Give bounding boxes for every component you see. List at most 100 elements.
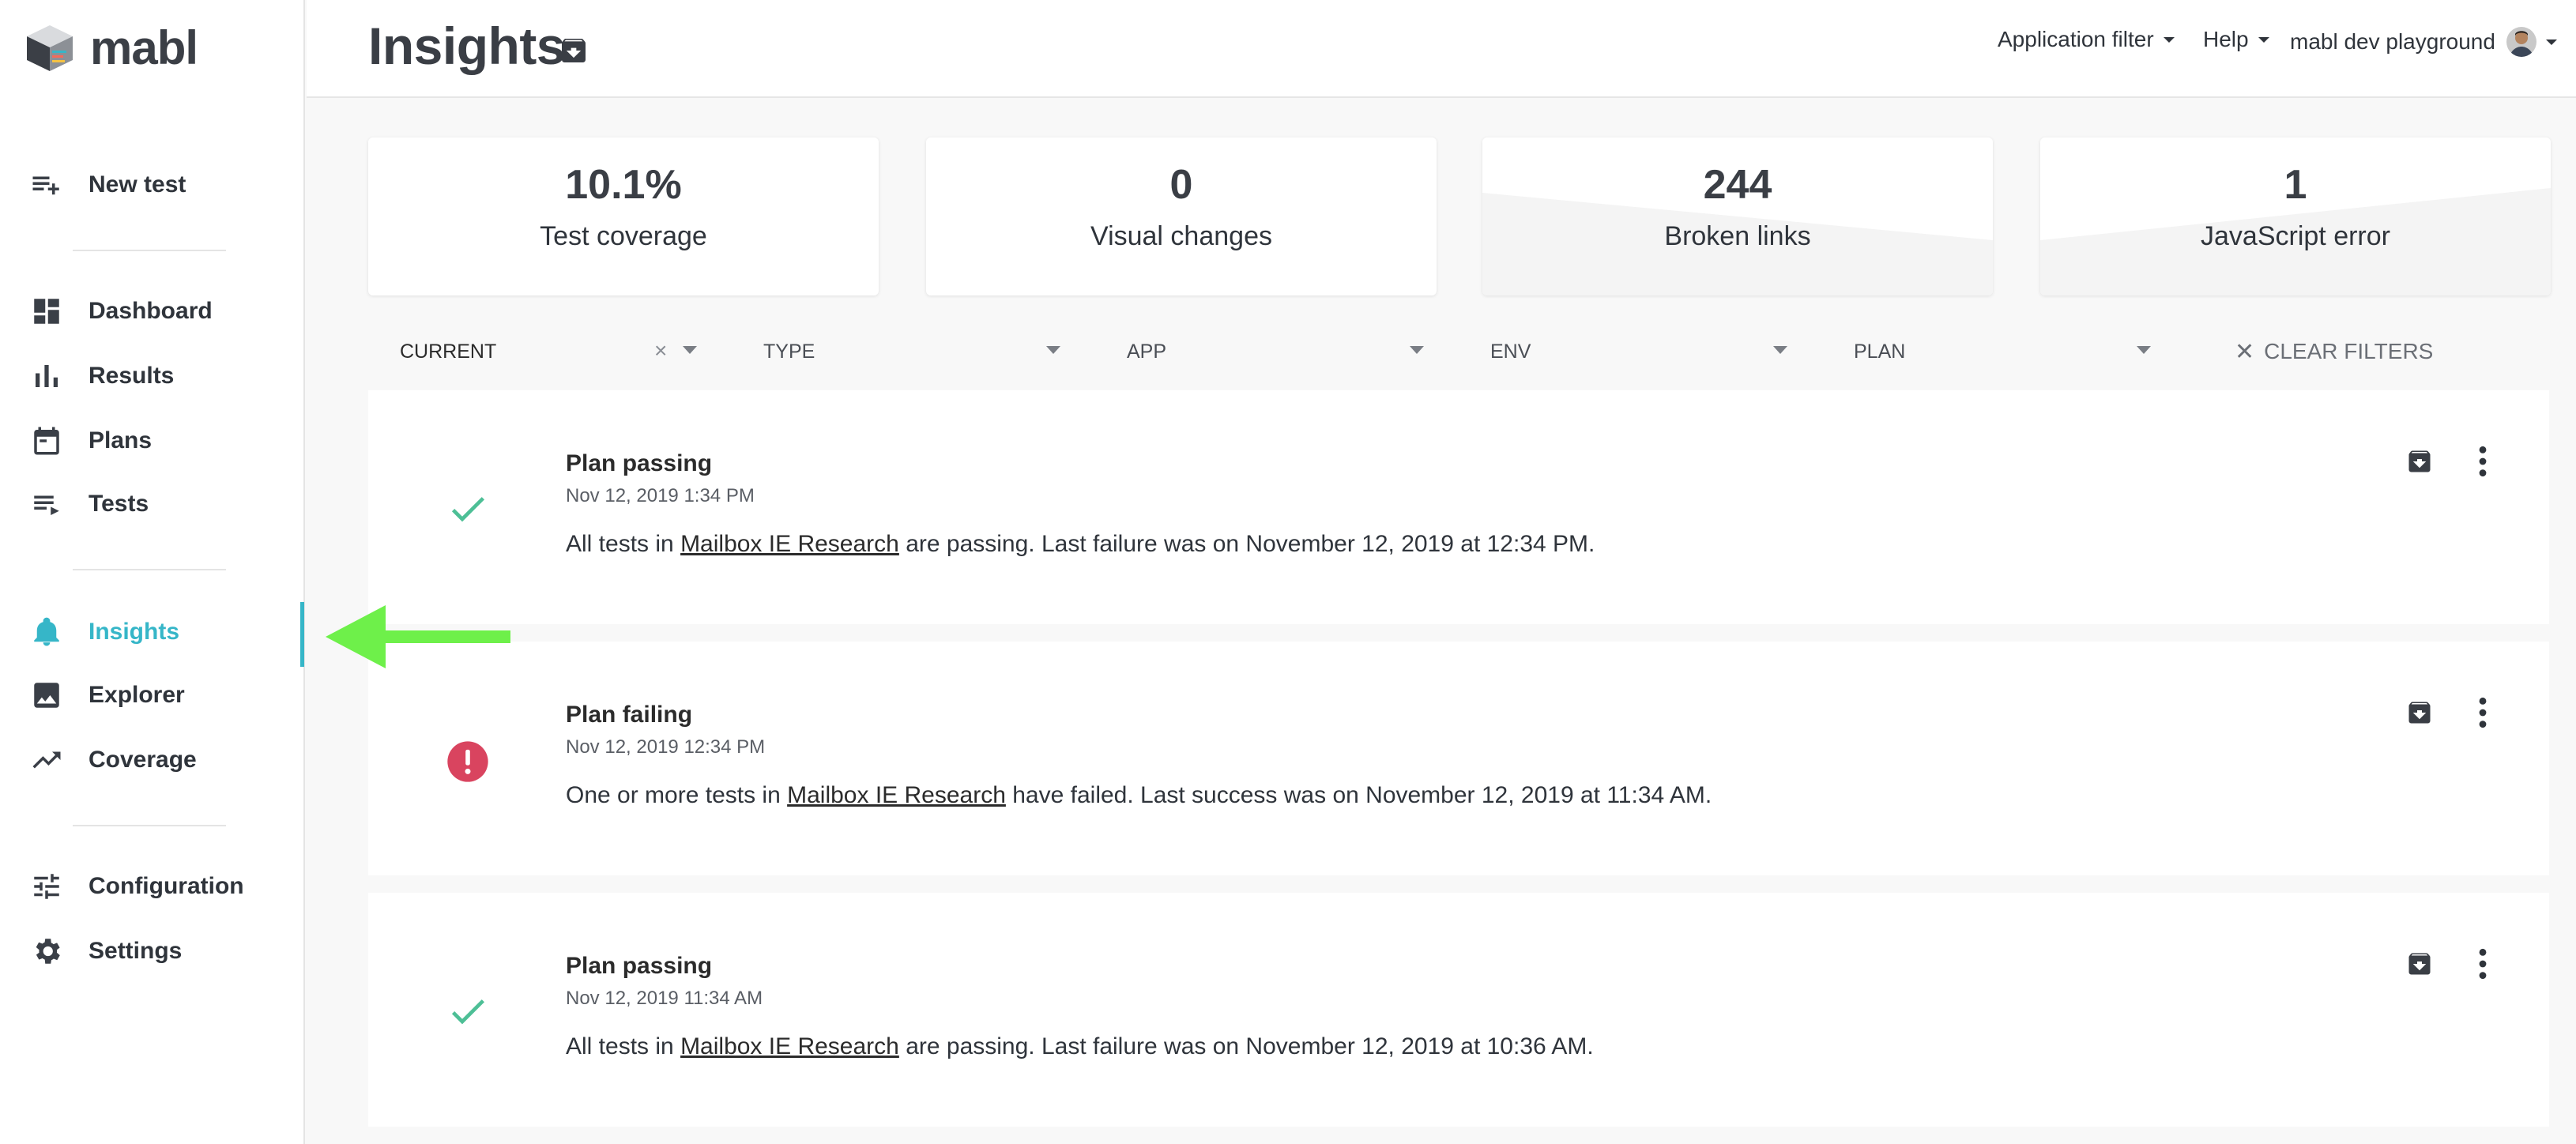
- insight-message: All tests in Mailbox IE Research are pas…: [566, 531, 1595, 558]
- dropdown-arrow-icon: [1410, 346, 1424, 354]
- clear-filters-label: CLEAR FILTERS: [2264, 339, 2434, 363]
- filter-current-label: CURRENT: [400, 340, 497, 363]
- sidebar-divider: [73, 250, 226, 251]
- insight-message-text: All tests in: [566, 1033, 681, 1059]
- sidebar-item-label: Results: [89, 363, 175, 389]
- archive-icon[interactable]: [2405, 698, 2434, 727]
- more-vert-icon[interactable]: [2475, 444, 2491, 479]
- chevron-down-icon: [2258, 36, 2269, 43]
- more-vert-icon[interactable]: [2475, 695, 2491, 730]
- application-filter-label: Application filter: [1998, 27, 2154, 51]
- insight-date: Nov 12, 2019 1:34 PM: [566, 485, 755, 506]
- trending-up-icon: [30, 743, 63, 777]
- plan-link[interactable]: Mailbox IE Research: [680, 1033, 899, 1059]
- insight-card: Plan failing Nov 12, 2019 12:34 PM One o…: [368, 642, 2549, 875]
- sidebar-divider: [73, 825, 226, 826]
- sidebar-item-tests[interactable]: Tests: [30, 480, 149, 528]
- archive-icon[interactable]: [2405, 950, 2434, 978]
- plan-link[interactable]: Mailbox IE Research: [787, 782, 1006, 808]
- filter-app[interactable]: APP: [1127, 332, 1427, 371]
- filter-current[interactable]: CURRENT ×: [400, 332, 700, 371]
- sidebar-item-label: Plans: [89, 427, 153, 453]
- filter-env-label: ENV: [1490, 340, 1531, 363]
- stat-value: 1: [2284, 162, 2307, 208]
- stat-value: 10.1%: [565, 162, 682, 208]
- mabl-logo[interactable]: mabl: [24, 21, 198, 75]
- clear-filters-button[interactable]: ✕ CLEAR FILTERS: [2235, 332, 2433, 371]
- insight-message-text: One or more tests in: [566, 782, 788, 808]
- sidebar-item-plans[interactable]: Plans: [30, 417, 152, 465]
- insight-title: Plan failing: [566, 702, 693, 728]
- insight-message-text: are passing. Last failure was on Novembe…: [898, 531, 1595, 557]
- bell-icon: [30, 615, 63, 649]
- workspace-menu[interactable]: mabl dev playground: [2290, 27, 2557, 57]
- sidebar: mabl New test Dashboard Results Plans Te…: [0, 0, 305, 1144]
- application-filter-menu[interactable]: Application filter: [1998, 27, 2175, 52]
- insight-message-text: All tests in: [566, 531, 681, 557]
- check-icon: [451, 497, 484, 522]
- check-icon: [451, 999, 484, 1025]
- brand-name: mabl: [90, 21, 198, 74]
- chevron-down-icon: [2545, 39, 2557, 45]
- stat-caption: Broken links: [1664, 221, 1811, 251]
- close-icon: ✕: [2235, 338, 2255, 365]
- plan-link[interactable]: Mailbox IE Research: [680, 531, 899, 557]
- dropdown-arrow-icon: [683, 346, 697, 354]
- sidebar-item-insights[interactable]: Insights: [30, 608, 179, 656]
- archive-icon[interactable]: [558, 35, 589, 66]
- sidebar-item-dashboard[interactable]: Dashboard: [30, 288, 213, 335]
- mabl-logo-icon: [27, 24, 73, 71]
- page-title: Insights: [368, 17, 566, 75]
- playlist-add-icon: [30, 168, 63, 201]
- avatar: [2506, 27, 2536, 57]
- bar-chart-icon: [30, 359, 63, 393]
- sidebar-item-label: Explorer: [89, 682, 185, 708]
- clear-icon[interactable]: ×: [654, 338, 667, 363]
- sidebar-item-label: Tests: [89, 491, 149, 517]
- insight-title: Plan passing: [566, 953, 713, 979]
- filter-app-label: APP: [1127, 340, 1167, 363]
- sidebar-divider: [73, 569, 226, 570]
- annotation-arrow-icon: [326, 605, 510, 668]
- insight-title: Plan passing: [566, 450, 713, 476]
- stat-card-broken-links[interactable]: 244 Broken links: [1482, 137, 1993, 295]
- insight-date: Nov 12, 2019 12:34 PM: [566, 736, 766, 758]
- sidebar-item-label: Dashboard: [89, 298, 213, 324]
- insight-message: All tests in Mailbox IE Research are pas…: [566, 1033, 1594, 1060]
- more-vert-icon[interactable]: [2475, 946, 2491, 981]
- help-menu[interactable]: Help: [2203, 27, 2269, 52]
- stat-caption: Test coverage: [540, 221, 707, 251]
- dropdown-arrow-icon: [1773, 346, 1787, 354]
- filter-type[interactable]: TYPE: [763, 332, 1064, 371]
- stat-card-visual-changes[interactable]: 0 Visual changes: [926, 137, 1437, 295]
- error-icon: [447, 741, 488, 782]
- chevron-down-icon: [2163, 36, 2175, 43]
- image-icon: [30, 679, 63, 712]
- dropdown-arrow-icon: [1046, 346, 1060, 354]
- sliders-icon: [30, 870, 63, 903]
- sidebar-item-configuration[interactable]: Configuration: [30, 863, 244, 910]
- sidebar-item-label: New test: [89, 171, 186, 198]
- insight-message: One or more tests in Mailbox IE Research…: [566, 782, 1712, 809]
- stat-caption: JavaScript error: [2201, 221, 2390, 251]
- stat-card-javascript-error[interactable]: 1 JavaScript error: [2040, 137, 2551, 295]
- sidebar-item-new-test[interactable]: New test: [30, 161, 186, 209]
- filter-plan[interactable]: PLAN: [1854, 332, 2154, 371]
- sidebar-item-coverage[interactable]: Coverage: [30, 736, 197, 784]
- sidebar-item-settings[interactable]: Settings: [30, 928, 182, 975]
- archive-icon[interactable]: [2405, 447, 2434, 476]
- insight-date: Nov 12, 2019 11:34 AM: [566, 988, 763, 1009]
- insight-card: Plan passing Nov 12, 2019 11:34 AM All t…: [368, 893, 2549, 1127]
- filter-env[interactable]: ENV: [1490, 332, 1791, 371]
- gear-icon: [30, 935, 63, 968]
- sidebar-item-explorer[interactable]: Explorer: [30, 672, 185, 719]
- stat-card-test-coverage[interactable]: 10.1% Test coverage: [368, 137, 879, 295]
- sidebar-item-label: Configuration: [89, 873, 244, 899]
- sidebar-item-label: Settings: [89, 938, 183, 964]
- sidebar-item-results[interactable]: Results: [30, 352, 174, 400]
- calendar-icon: [30, 424, 63, 457]
- stat-caption: Visual changes: [1090, 221, 1272, 251]
- dashboard-icon: [30, 295, 63, 328]
- insight-card: Plan passing Nov 12, 2019 1:34 PM All te…: [368, 390, 2549, 624]
- stat-value: 0: [1169, 162, 1193, 208]
